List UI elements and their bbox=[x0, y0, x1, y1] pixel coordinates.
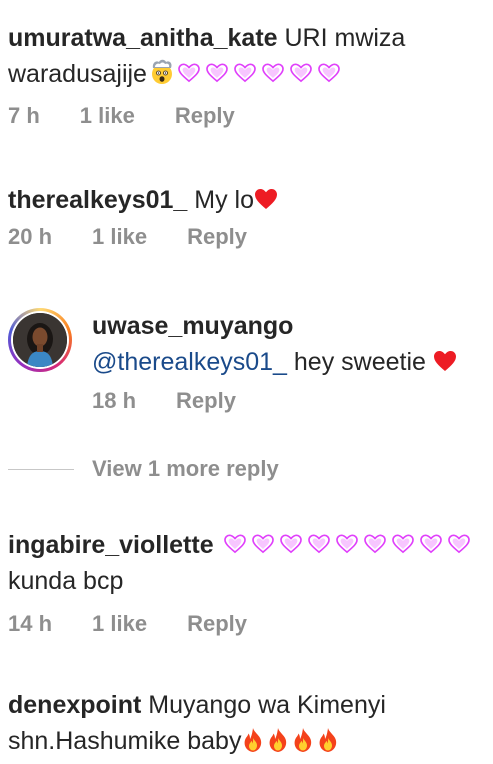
comment-text: ingabire_viollette kunda bcp bbox=[8, 527, 487, 599]
purple-heart-icon bbox=[420, 534, 442, 554]
comment-body: My lo bbox=[187, 186, 254, 214]
fire-icon bbox=[316, 727, 340, 753]
comment-meta: 20 h 1 like Reply bbox=[8, 222, 487, 252]
mention-link[interactable]: @therealkeys01_ bbox=[92, 348, 287, 376]
comment-body-line2: kunda bcp bbox=[8, 567, 124, 595]
purple-heart-icon bbox=[336, 534, 358, 554]
view-more-replies[interactable]: View 1 more reply bbox=[8, 456, 279, 482]
purple-heart-icon bbox=[178, 63, 200, 83]
reply-button[interactable]: Reply bbox=[187, 611, 247, 637]
comment-text: denexpoint Muyango wa Kimenyi shn.Hashum… bbox=[8, 687, 487, 759]
comment-body-line2: shn.Hashumike baby bbox=[8, 727, 242, 755]
reply-button[interactable]: Reply bbox=[187, 224, 247, 250]
comment-therealkeys: therealkeys01_ My lo 20 h 1 like Reply bbox=[8, 182, 487, 252]
fire-icon bbox=[241, 727, 265, 753]
comment-time: 20 h bbox=[8, 224, 53, 249]
comment-username[interactable]: therealkeys01_ bbox=[8, 186, 187, 214]
comment-ingabire: ingabire_viollette kunda bcp 14 h 1 like… bbox=[8, 527, 487, 639]
comment-likes[interactable]: 1 like bbox=[92, 224, 147, 250]
reply-meta: 18 h Reply bbox=[92, 386, 487, 416]
fire-icon bbox=[266, 727, 290, 753]
comment-text: umuratwa_anitha_kate URI mwiza waradusaj… bbox=[8, 20, 487, 95]
purple-heart-icon bbox=[290, 63, 312, 83]
fire-row bbox=[241, 727, 341, 755]
purple-heart-icon bbox=[392, 534, 414, 554]
reply-text: uwase_muyango @therealkeys01_ hey sweeti… bbox=[92, 308, 487, 380]
comment-meta: 7 h 1 like Reply bbox=[8, 101, 487, 131]
comment-body-line1: URI mwiza bbox=[277, 24, 406, 52]
comment-meta: 14 h 1 like Reply bbox=[8, 609, 487, 639]
purple-heart-icon bbox=[234, 63, 256, 83]
heart-row bbox=[175, 60, 343, 88]
comment-body-line2: waradusajije bbox=[8, 60, 147, 88]
view-more-label: View 1 more reply bbox=[92, 456, 279, 481]
purple-heart-icon bbox=[252, 534, 274, 554]
comment-time: 14 h bbox=[8, 611, 53, 636]
fire-icon bbox=[291, 727, 315, 753]
comment-likes[interactable]: 1 like bbox=[92, 611, 147, 637]
purple-heart-icon bbox=[280, 534, 302, 554]
purple-heart-icon bbox=[308, 534, 330, 554]
reply-body: uwase_muyango @therealkeys01_ hey sweeti… bbox=[92, 308, 487, 416]
purple-heart-icon bbox=[318, 63, 340, 83]
divider-line bbox=[8, 468, 74, 470]
avatar-photo bbox=[13, 313, 67, 367]
comment-time: 7 h bbox=[8, 103, 40, 128]
comment-body-line1: Muyango wa Kimenyi bbox=[141, 691, 386, 719]
comment-text: therealkeys01_ My lo bbox=[8, 182, 487, 218]
purple-heart-icon bbox=[206, 63, 228, 83]
comment-username[interactable]: denexpoint bbox=[8, 691, 141, 719]
comment-umuratwa: umuratwa_anitha_kate URI mwiza waradusaj… bbox=[8, 20, 487, 131]
comment-username[interactable]: umuratwa_anitha_kate bbox=[8, 24, 278, 52]
purple-heart-icon bbox=[364, 534, 386, 554]
purple-heart-icon bbox=[224, 534, 246, 554]
reply-time: 18 h bbox=[92, 388, 137, 413]
comment-likes[interactable]: 1 like bbox=[80, 103, 135, 129]
comment-username[interactable]: ingabire_viollette bbox=[8, 531, 214, 559]
purple-heart-icon bbox=[262, 63, 284, 83]
purple-heart-icon bbox=[448, 534, 470, 554]
reply-button[interactable]: Reply bbox=[175, 103, 235, 129]
red-heart-icon bbox=[433, 350, 457, 372]
reply-body-text: hey sweetie bbox=[286, 348, 433, 376]
avatar[interactable] bbox=[8, 308, 72, 372]
reply-button[interactable]: Reply bbox=[176, 388, 236, 414]
person-photo-icon bbox=[13, 313, 67, 367]
exploding-head-icon bbox=[149, 59, 175, 95]
heart-row bbox=[221, 531, 473, 559]
reply-username[interactable]: uwase_muyango bbox=[92, 312, 293, 340]
comment-denexpoint: denexpoint Muyango wa Kimenyi shn.Hashum… bbox=[8, 687, 487, 759]
red-heart-icon bbox=[254, 188, 278, 210]
